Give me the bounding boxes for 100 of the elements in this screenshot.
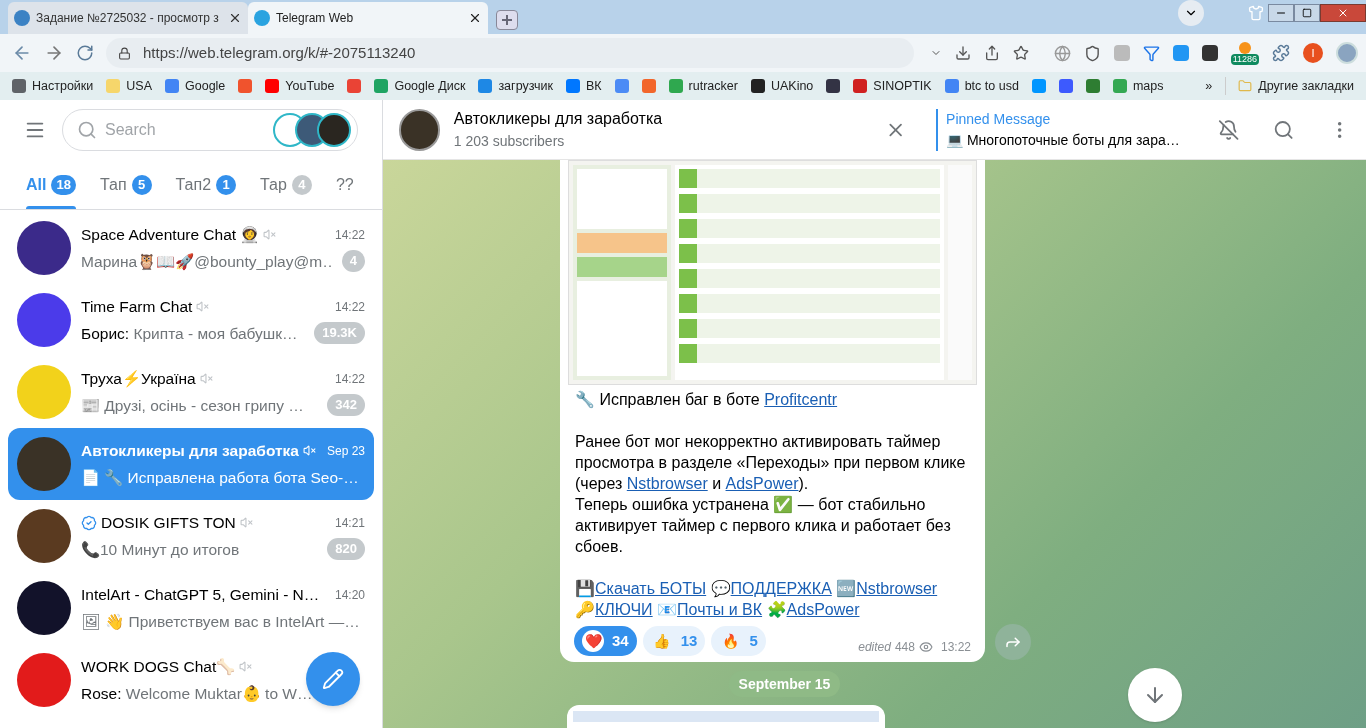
chat-name: Автокликеры для заработка [81,441,299,462]
minimize-button[interactable] [1268,4,1294,22]
folder-tab[interactable]: Тап 5 [99,160,152,209]
globe-extension-icon[interactable] [1053,44,1071,62]
mute-icon[interactable] [1218,118,1240,141]
chat-time: 14:20 [334,586,365,604]
bookmark[interactable]: UAKino [750,76,814,96]
unread-count: 18 [51,174,76,195]
more-bookmarks-button[interactable]: » [1205,76,1213,96]
bookmark[interactable]: YouTube [265,76,335,96]
scroll-down-button[interactable] [1128,668,1182,722]
maximize-button[interactable] [1294,4,1320,22]
chat-name: Time Farm Chat [81,297,193,318]
chat-list-item[interactable]: WORK DOGS Chat🦴 Rose: Welcome Muktar👶 to W… [8,644,374,716]
link[interactable]: КЛЮЧИ [595,601,653,618]
pencil-icon [322,668,344,690]
search-input[interactable]: Search [105,118,265,142]
forward-button[interactable] [995,624,1031,660]
message-text: 🔧 Исправлен баг в боте Profitcentr [575,390,839,410]
extensions-icon[interactable] [1272,44,1290,62]
chat-name: Space Adventure Chat 👩‍🚀 [81,225,260,246]
link[interactable]: AdsPower [786,601,860,618]
chat-name: Труха⚡Україна [81,369,196,390]
link[interactable]: AdsPower [725,475,799,492]
shield-extension-icon[interactable] [1083,44,1101,62]
message-text: Теперь ошибка устранена ✅ — бот стабильно активирует таймер с первого клика и работает без сбоев. [575,494,952,557]
bookmark-star-icon[interactable] [1012,45,1029,61]
chat-time: 14:21 [334,514,365,532]
link[interactable]: Скачать БОТЫ [595,580,707,597]
bookmark[interactable]: btc to usd [944,76,1019,96]
bookmark[interactable]: SINOPTIK [853,76,932,96]
chat-time: 14:22 [334,226,365,244]
bookmark[interactable]: Google Диск [374,76,466,96]
address-bar[interactable]: https://web.telegram.org/k/#-2075113240 [106,38,914,68]
message-preview: Борис: Крипта - моя бабушк… [81,323,298,344]
folder-tab[interactable]: ?? [335,160,354,209]
plus-icon [501,14,513,26]
unread-count: 5 [131,174,152,195]
chat-list-item[interactable]: Space Adventure Chat 👩‍🚀 14:22 Марина🦉📖🚀@bounty_play@m… 4 [8,212,374,284]
tab-search-button[interactable] [1178,0,1204,26]
url-text: https://web.telegram.org/k/#-2075113240 [143,42,416,63]
lock-icon [118,46,131,60]
views-icon [918,640,933,654]
new-tab-button[interactable] [496,10,518,30]
link[interactable]: Profitcentr [764,391,838,408]
view-count: 448 [894,639,915,656]
bookmark[interactable]: USA [106,76,152,96]
close-icon [1337,7,1349,19]
link[interactable]: ПОДДЕРЖКА [730,580,832,597]
install-icon[interactable] [954,45,971,61]
bookmark[interactable]: ВК [566,76,602,96]
chat-time: 14:22 [334,370,365,388]
share-icon[interactable] [983,45,1000,61]
chat-time: Sep 23 [326,442,365,460]
unread-count: 19.3K [314,322,365,345]
unread-count: 1 [216,174,237,195]
unread-count: 820 [327,538,365,561]
unread-count: 4 [341,250,365,273]
bookmark[interactable]: rutracker [668,76,738,96]
message-text: Ранее бот мог некорректно активировать таймер просмотра в разделе «Переходы» при первом клике (через Nstbrowser и AdsPower). [575,432,967,494]
message-preview: Rose: Welcome Muktar👶 to W… [81,683,313,704]
subscriber-count: 1 203 subscribers [453,132,566,151]
reaction-button[interactable]: ❤ 34 [574,626,637,656]
search-icon[interactable] [1273,118,1295,141]
filter-extension-icon[interactable] [1142,44,1160,62]
browser-tab[interactable]: Telegram Web [248,2,488,34]
story-avatars[interactable] [273,113,351,147]
link[interactable]: Nstbrowser [626,475,708,492]
link[interactable]: Почты и ВК [677,601,763,618]
folder-icon [1238,79,1253,93]
reload-icon[interactable] [76,44,94,62]
maximize-icon [1302,8,1312,18]
folder-tab[interactable]: Тар 4 [260,160,312,209]
message-preview: 🖼 👋 Приветствуем вас в IntelArt —… [81,611,360,632]
browser-tab[interactable]: Задание №2725032 - просмотр з [8,2,248,34]
bookmark-icon[interactable] [826,79,841,93]
chat-list-item[interactable]: DOSIK GIFTS TON 14:21 📞10 Минут до итогов 820 [8,500,374,572]
close-tab-icon[interactable] [468,11,482,25]
close-tab-icon[interactable] [228,11,242,25]
other-bookmarks[interactable]: Другие закладки [1225,76,1354,96]
link[interactable]: Nstbrowser [856,580,938,597]
channel-title: Автокликеры для заработка [453,109,664,129]
bookmark[interactable]: maps [1112,76,1164,96]
pinned-message[interactable]: Pinned Message 💻 Многопоточные боты для зара… [936,108,1177,151]
unread-count: 342 [327,394,365,417]
message-preview: 📞10 Минут до итогов [81,539,240,560]
edited-label: edited [858,639,891,656]
chat-name: WORK DOGS Chat🦴 [81,657,236,678]
chat-list-item[interactable]: Time Farm Chat 14:22 Борис: Крипта - моя бабушк… 19.3K [8,284,374,356]
bookmark[interactable]: Настройки [12,76,94,96]
chat-list-item[interactable]: Труха⚡Україна 14:22 📰 Друзі, осінь - сезон грипу … 342 [8,356,374,428]
channel-avatar[interactable] [399,108,440,151]
chat-list-item[interactable]: IntelArt - ChatGPT 5, Gemini - N… 14:20 🖼 👋 Приветствуем вас в IntelArt —… [8,572,374,644]
bookmark[interactable]: Google [165,76,226,96]
message-preview: 📄 🔧 Исправлена работа бота Seo-… [81,467,359,488]
folder-tab[interactable]: Тап2 1 [175,160,237,209]
search-icon [77,120,97,140]
chat-name: IntelArt - ChatGPT 5, Gemini - N… [81,585,320,606]
chat-time: 14:22 [334,298,365,316]
bookmark[interactable]: загрузчик [478,76,553,96]
